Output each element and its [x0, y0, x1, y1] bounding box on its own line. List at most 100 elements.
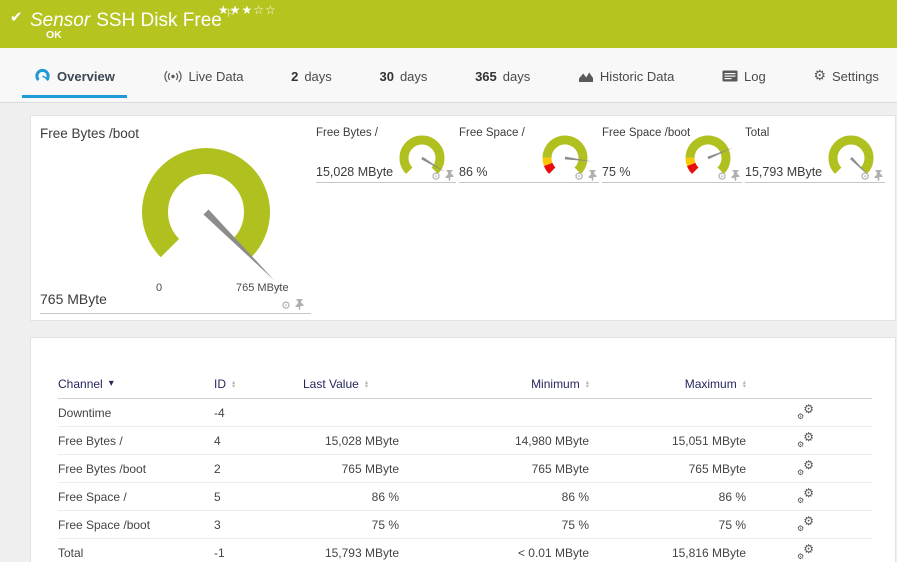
- gauge-settings-gear-icon[interactable]: ⚙: [281, 300, 291, 311]
- primary-gauge: x: [141, 147, 280, 292]
- channel-last-value: 86 %: [371, 489, 399, 504]
- sensor-header: ✔ Sensor SSH Disk Free ⚐ ★★★☆☆ OK: [0, 0, 897, 48]
- channel-last-value: 15,793 MByte: [324, 545, 399, 560]
- channel-id: -1: [214, 545, 225, 560]
- tab-label: Settings: [831, 68, 879, 84]
- pin-icon[interactable]: [874, 170, 883, 183]
- mini-gauge-title: Total: [745, 127, 770, 139]
- table-row: Free Bytes /boot 2 765 MByte 765 MByte 7…: [58, 455, 872, 483]
- gauge-settings-gear-icon[interactable]: ⚙: [717, 171, 727, 182]
- gauge-icon: [34, 68, 51, 84]
- tab-label: Historic Data: [599, 68, 675, 84]
- table-row: Free Space /boot 3 75 % 75 % 75 % ⚙ ⚙: [58, 511, 872, 539]
- tab-label: Overview: [57, 68, 115, 84]
- tab-log[interactable]: Log: [710, 53, 778, 98]
- gauge-settings-gear-icon[interactable]: ⚙: [574, 171, 584, 182]
- tab-overview[interactable]: Overview: [22, 52, 127, 98]
- tab-365-days[interactable]: 365 days: [463, 53, 542, 98]
- channel-id: -4: [214, 405, 225, 420]
- tab-bar: Overview Live Data 2 days 30 days 365 da…: [0, 48, 897, 103]
- tab-number: 30: [379, 68, 394, 84]
- channel-name: Free Space /: [58, 489, 127, 504]
- channel-minimum: 75 %: [561, 517, 589, 532]
- column-header-maximum[interactable]: Maximum ▴ ▾: [589, 377, 746, 391]
- channel-settings-gears-icon[interactable]: ⚙ ⚙: [797, 403, 814, 421]
- primary-gauge-title: Free Bytes /boot: [40, 126, 140, 141]
- channel-name: Free Space /boot: [58, 517, 151, 532]
- primary-gauge-scale-max: 765 MByte: [236, 282, 289, 294]
- channels-panel: Channel ▾ ID ▴ ▾ Last Value ▴ ▾ Minimum ▴ ▾…: [30, 337, 896, 562]
- tab-settings[interactable]: ⚙ Settings: [801, 53, 891, 98]
- column-header-id[interactable]: ID ▴ ▾: [214, 377, 303, 391]
- mini-gauge-tools: ⚙: [574, 170, 597, 183]
- channel-id: 4: [214, 433, 221, 448]
- channel-settings-gears-icon[interactable]: ⚙ ⚙: [797, 459, 814, 477]
- pin-icon[interactable]: [445, 170, 454, 183]
- mini-gauge-tools: ⚙: [860, 170, 883, 183]
- primary-gauge-tools: ⚙: [281, 299, 304, 312]
- log-list-icon: [722, 70, 738, 82]
- table-row: Total -1 15,793 MByte < 0.01 MByte 15,81…: [58, 539, 872, 562]
- tab-30-days[interactable]: 30 days: [367, 53, 439, 98]
- channel-name: Total: [58, 545, 84, 560]
- channel-id: 3: [214, 517, 221, 532]
- status-ok-check-icon: ✔: [10, 9, 23, 26]
- sort-icon: ▴ ▾: [742, 377, 746, 390]
- tab-label: days: [304, 68, 332, 84]
- mini-gauge-title: Free Bytes /: [316, 127, 378, 139]
- pin-icon[interactable]: [588, 170, 597, 183]
- channel-settings-gears-icon[interactable]: ⚙ ⚙: [797, 515, 814, 533]
- mini-gauge-tools: ⚙: [431, 170, 454, 183]
- channel-name: Downtime: [58, 405, 112, 420]
- table-row: Free Space / 5 86 % 86 % 86 % ⚙ ⚙: [58, 483, 872, 511]
- gauges-panel: Free Bytes /boot x 0 765 MByte 765 MByte…: [30, 115, 896, 321]
- mini-gauge-title: Free Space /: [459, 127, 525, 139]
- sort-icon: ▴ ▾: [364, 377, 369, 390]
- tab-number: 2: [291, 68, 299, 84]
- channel-name: Free Bytes /: [58, 433, 123, 448]
- channel-id: 5: [214, 489, 221, 504]
- channel-maximum: 15,051 MByte: [671, 433, 746, 448]
- gear-icon: ⚙: [813, 68, 826, 84]
- channel-maximum: 75 %: [718, 517, 746, 532]
- channel-settings-gears-icon[interactable]: ⚙ ⚙: [797, 487, 814, 505]
- channel-settings-gears-icon[interactable]: ⚙ ⚙: [797, 543, 814, 561]
- prtg-sensor-page: ✔ Sensor SSH Disk Free ⚐ ★★★☆☆ OK Overview: [0, 0, 897, 562]
- mini-gauge-value: 15,028 MByte: [316, 165, 394, 179]
- channel-id: 2: [214, 461, 221, 476]
- table-header-row: Channel ▾ ID ▴ ▾ Last Value ▴ ▾ Minimum ▴ ▾…: [58, 370, 872, 399]
- tab-2-days[interactable]: 2 days: [279, 53, 344, 98]
- channel-last-value: 765 MByte: [341, 461, 399, 476]
- mini-gauge-value: 86 %: [459, 165, 488, 179]
- channel-settings-gears-icon[interactable]: ⚙ ⚙: [797, 431, 814, 449]
- primary-gauge-scale-min: 0: [156, 282, 163, 294]
- mini-gauge-free-space-root: Free Space / 86 % ⚙: [459, 127, 599, 189]
- channel-minimum: 86 %: [561, 489, 589, 504]
- sensor-name: SSH Disk Free: [96, 10, 222, 31]
- primary-gauge-value: 765 MByte: [40, 291, 107, 307]
- column-header-minimum[interactable]: Minimum ▴ ▾: [399, 377, 589, 391]
- pin-icon[interactable]: [295, 299, 304, 312]
- gauge-settings-gear-icon[interactable]: ⚙: [431, 171, 441, 182]
- sort-desc-icon: ▾: [108, 378, 114, 389]
- tab-historic-data[interactable]: Historic Data: [566, 53, 686, 98]
- channel-maximum: 15,816 MByte: [671, 545, 746, 560]
- priority-stars[interactable]: ★★★☆☆: [218, 3, 277, 17]
- mini-gauge-title: Free Space /boot: [602, 127, 691, 139]
- mini-gauge-value: 75 %: [602, 165, 631, 179]
- table-row: Free Bytes / 4 15,028 MByte 14,980 MByte…: [58, 427, 872, 455]
- mini-gauge-free-bytes-root: Free Bytes / 15,028 MByte ⚙: [316, 127, 456, 189]
- column-header-channel[interactable]: Channel ▾: [58, 377, 214, 391]
- channel-minimum: < 0.01 MByte: [517, 545, 589, 560]
- column-header-last-value[interactable]: Last Value ▴ ▾: [303, 377, 399, 391]
- channel-last-value: 15,028 MByte: [324, 433, 399, 448]
- gauge-settings-gear-icon[interactable]: ⚙: [860, 171, 870, 182]
- live-data-icon: [163, 70, 183, 83]
- tab-live-data[interactable]: Live Data: [151, 53, 256, 98]
- mini-gauge-total: Total 15,793 MByte ⚙: [745, 127, 885, 189]
- channel-minimum: 765 MByte: [531, 461, 589, 476]
- channel-maximum: 765 MByte: [688, 461, 746, 476]
- pin-icon[interactable]: [731, 170, 740, 183]
- channel-name: Free Bytes /boot: [58, 461, 147, 476]
- channel-maximum: 86 %: [718, 489, 746, 504]
